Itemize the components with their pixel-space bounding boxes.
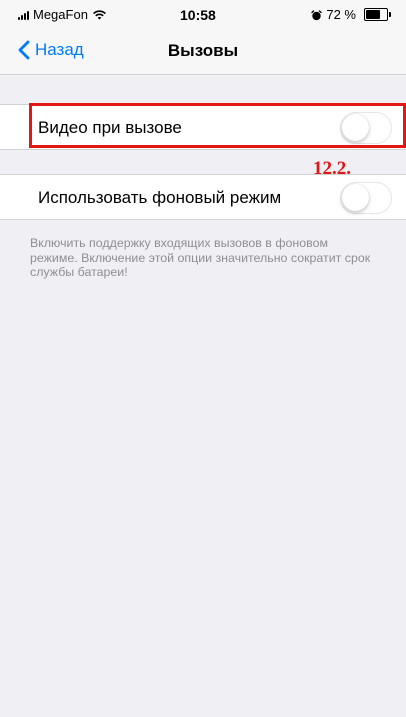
signal-bar-1 [18,16,20,20]
background-mode-row: Использовать фоновый режим [0,174,406,220]
navigation-bar: Назад Вызовы [0,28,406,75]
back-button[interactable]: Назад [18,40,84,60]
signal-bar-4 [27,10,29,20]
wifi-icon [92,9,107,21]
battery-icon [364,8,391,21]
screen: MegaFon 10:58 72 % Назад Вызовы Видео пр… [0,0,406,717]
video-on-call-toggle[interactable] [340,112,392,144]
toggle-knob [342,114,369,141]
battery-percent: 72 % [326,7,356,22]
video-on-call-row: Видео при вызове [0,104,406,150]
background-mode-label: Использовать фоновый режим [38,188,282,207]
chevron-left-icon [18,40,30,60]
signal-bar-3 [24,12,26,20]
status-bar-left: MegaFon [18,8,107,21]
background-mode-footer: Включить поддержку входящих вызовов в фо… [30,236,371,280]
background-mode-toggle[interactable] [340,182,392,214]
battery-fill [366,10,381,19]
signal-bar-2 [21,14,23,20]
toggle-knob [342,184,369,211]
video-on-call-label: Видео при вызове [38,118,182,137]
battery-tip [389,12,391,17]
status-bar-right: 72 % [311,7,391,22]
carrier-name: MegaFon [33,7,88,22]
status-bar: MegaFon 10:58 72 % [0,0,406,28]
status-time: 10:58 [180,7,216,23]
back-button-label: Назад [35,40,84,59]
signal-icon [18,10,29,20]
alarm-icon [311,9,323,21]
